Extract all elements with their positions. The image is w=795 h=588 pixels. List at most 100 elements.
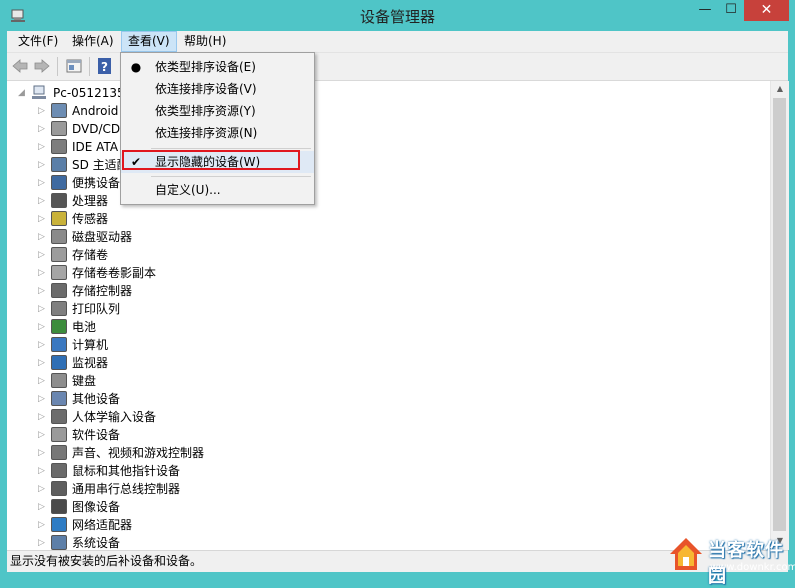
properties-icon[interactable]	[65, 57, 83, 75]
expand-arrow-icon[interactable]: ▷	[38, 498, 48, 516]
menu-help[interactable]: 帮助(H)	[178, 31, 232, 52]
tree-item-label: 鼠标和其他指针设备	[72, 464, 181, 478]
battery-icon	[51, 319, 67, 334]
radio-bullet-icon: ●	[130, 60, 142, 74]
vertical-scrollbar[interactable]: ▲ ▼	[770, 81, 789, 550]
disk-drive-icon	[51, 229, 67, 244]
tree-item-label: 计算机	[72, 338, 109, 352]
toolbar-separator	[57, 57, 58, 76]
view-dropdown-menu: ● 依类型排序设备(E) 依连接排序设备(V) 依类型排序资源(Y) 依连接排序…	[120, 52, 315, 205]
menu-file[interactable]: 文件(F)	[12, 31, 64, 52]
expand-arrow-icon[interactable]: ▷	[38, 480, 48, 498]
computer-icon	[32, 85, 46, 99]
scroll-thumb[interactable]	[773, 98, 786, 531]
expand-arrow-icon[interactable]: ▷	[38, 192, 48, 210]
storage-controller-icon	[51, 283, 67, 298]
menu-item-label: 依连接排序资源(N)	[155, 126, 258, 140]
toolbar-separator	[89, 57, 90, 76]
tree-item-label: Android	[72, 104, 119, 118]
watermark: 当客软件园 www.downkr.com	[668, 530, 795, 587]
help-icon[interactable]: ?	[96, 57, 114, 75]
expand-arrow-icon[interactable]: ▷	[38, 210, 48, 228]
tree-item-label: 存储卷	[72, 248, 109, 262]
expand-arrow-icon[interactable]: ▷	[38, 372, 48, 390]
software-device-icon	[51, 427, 67, 442]
sensor-icon	[51, 211, 67, 226]
expand-arrow-icon[interactable]: ▷	[38, 138, 48, 156]
expand-arrow-icon[interactable]: ▷	[38, 318, 48, 336]
expand-arrow-icon[interactable]: ▷	[38, 282, 48, 300]
expand-arrow-icon[interactable]: ▷	[38, 120, 48, 138]
tree-item-label: 磁盘驱动器	[72, 230, 133, 244]
forward-arrow-icon[interactable]	[33, 57, 51, 75]
android-device-icon	[51, 103, 67, 118]
title-bar: 设备管理器 — ☐ ✕	[0, 0, 795, 31]
tree-item-label: 键盘	[72, 374, 97, 388]
printer-icon	[51, 301, 67, 316]
processor-icon	[51, 193, 67, 208]
expand-arrow-icon[interactable]: ▷	[38, 300, 48, 318]
expand-arrow-icon[interactable]: ▷	[38, 462, 48, 480]
tree-item-label: 处理器	[72, 194, 109, 208]
tree-item-label: 传感器	[72, 212, 109, 226]
system-device-icon	[51, 535, 67, 550]
menu-action[interactable]: 操作(A)	[66, 31, 120, 52]
hid-icon	[51, 409, 67, 424]
menu-item-sort-resources-by-type[interactable]: 依类型排序资源(Y)	[121, 100, 314, 122]
scroll-up-icon[interactable]: ▲	[771, 81, 789, 97]
expand-arrow-icon[interactable]: ▷	[38, 264, 48, 282]
tree-item-label: 其他设备	[72, 392, 121, 406]
expand-arrow-icon[interactable]: ▷	[38, 408, 48, 426]
expand-arrow-icon[interactable]: ▷	[38, 174, 48, 192]
expand-arrow-icon[interactable]: ▷	[38, 516, 48, 534]
back-arrow-icon[interactable]	[11, 57, 29, 75]
watermark-house-icon	[670, 538, 702, 570]
maximize-button[interactable]: ☐	[718, 0, 744, 21]
tree-item-label: 监视器	[72, 356, 109, 370]
menu-bar: 文件(F) 操作(A) 查看(V) 帮助(H)	[7, 31, 788, 53]
menu-separator	[151, 148, 311, 149]
expand-arrow-icon[interactable]: ▷	[38, 246, 48, 264]
minimize-button[interactable]: —	[692, 0, 718, 21]
menu-item-label: 自定义(U)...	[155, 183, 221, 197]
expand-arrow-icon[interactable]: ▷	[38, 390, 48, 408]
menu-item-customize[interactable]: 自定义(U)...	[121, 179, 314, 201]
expand-arrow-icon[interactable]: ▷	[38, 444, 48, 462]
storage-volume-icon	[51, 247, 67, 262]
window-title: 设备管理器	[359, 8, 435, 26]
menu-item-sort-devices-by-type[interactable]: ● 依类型排序设备(E)	[121, 56, 314, 78]
tree-item-label: 打印队列	[72, 302, 121, 316]
tree-item-label: 网络适配器	[72, 518, 133, 532]
tree-item-label: IDE ATA	[72, 140, 119, 154]
expand-arrow-icon[interactable]: ▷	[38, 336, 48, 354]
menu-item-sort-resources-by-connection[interactable]: 依连接排序资源(N)	[121, 122, 314, 144]
menu-item-sort-devices-by-connection[interactable]: 依连接排序设备(V)	[121, 78, 314, 100]
shadow-copy-icon	[51, 265, 67, 280]
close-button[interactable]: ✕	[744, 0, 789, 21]
network-adapter-icon	[51, 517, 67, 532]
tree-item-label: 声音、视频和游戏控制器	[72, 446, 205, 460]
camera-icon	[51, 499, 67, 514]
computer-name: Pc-0512135	[53, 86, 125, 100]
expand-arrow-icon[interactable]: ▷	[38, 354, 48, 372]
highlight-box	[122, 150, 300, 170]
menu-item-label: 依类型排序设备(E)	[155, 60, 256, 74]
monitor-icon	[51, 355, 67, 370]
menu-view[interactable]: 查看(V)	[121, 31, 177, 52]
expand-arrow-icon[interactable]: ▷	[38, 228, 48, 246]
mouse-icon	[51, 463, 67, 478]
tree-item-label: 便携设备	[72, 176, 121, 190]
collapse-arrow-icon[interactable]: ◢	[18, 84, 28, 102]
tree-item-label: 图像设备	[72, 500, 121, 514]
expand-arrow-icon[interactable]: ▷	[38, 102, 48, 120]
tree-item-label: 系统设备	[72, 536, 121, 550]
expand-arrow-icon[interactable]: ▷	[38, 534, 48, 550]
status-text: 显示没有被安装的后补设备和设备。	[10, 554, 203, 568]
expand-arrow-icon[interactable]: ▷	[38, 156, 48, 174]
usb-icon	[51, 481, 67, 496]
dvd-drive-icon	[51, 121, 67, 136]
expand-arrow-icon[interactable]: ▷	[38, 426, 48, 444]
watermark-url: www.downkr.com	[710, 562, 795, 573]
other-devices-icon	[51, 391, 67, 406]
svg-text:?: ?	[101, 60, 108, 74]
